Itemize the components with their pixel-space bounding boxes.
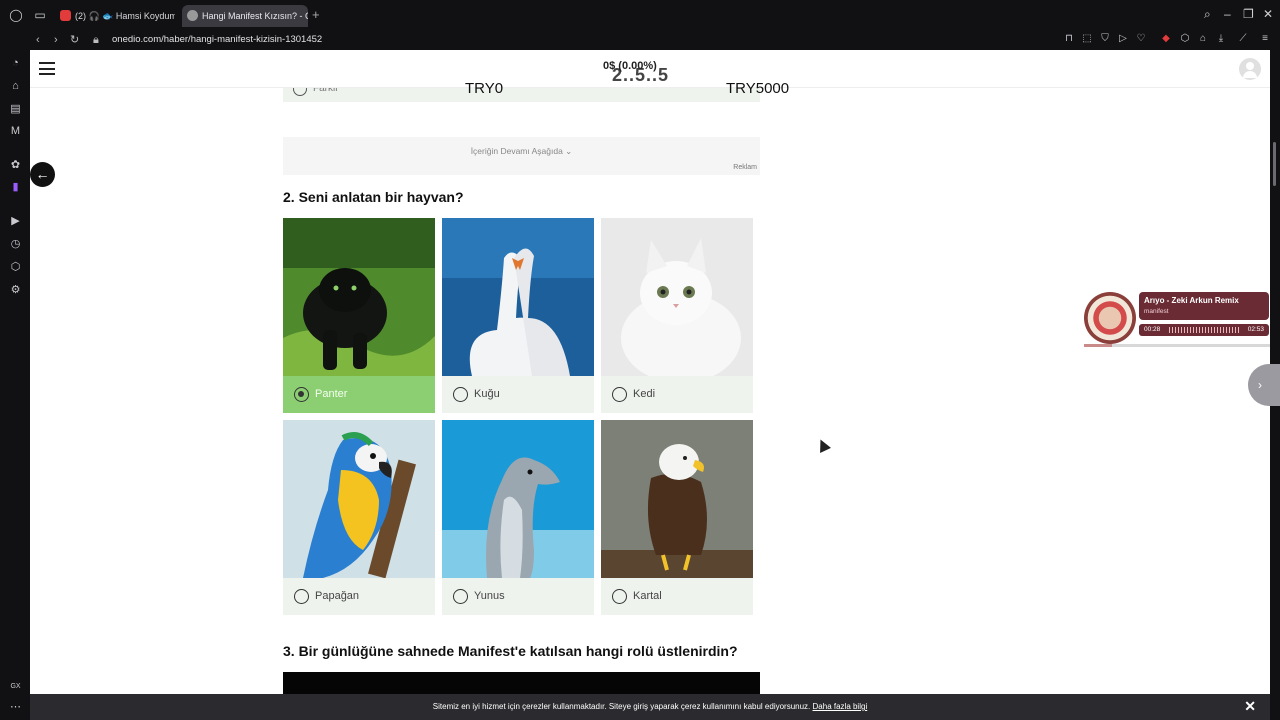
history-icon[interactable]: ◷ (9, 238, 22, 251)
settings-icon[interactable]: ⚙ (9, 284, 22, 297)
parrot-image (283, 420, 435, 578)
ad-continue-text[interactable]: İçeriğin Devamı Aşağıda ⌄ (283, 146, 760, 157)
duration-time: 02:53 (1247, 326, 1264, 333)
tab-title: Hangi Manifest Kızısın? - C (202, 11, 308, 21)
sidebar: ◔ ⌂ ▤ M ✿ ▮ ▶ ◷ ⬡ ⚙ GX ⋯ (0, 50, 30, 720)
hamburger-menu-icon[interactable] (39, 62, 55, 75)
address-bar: ‹ › ↻ 🔒︎ onedio.com/haber/hangi-manifest… (0, 30, 1280, 50)
more-icon[interactable]: ⋯ (9, 701, 22, 714)
radio-button[interactable] (294, 589, 309, 604)
play-icon[interactable]: ▷ (1117, 33, 1129, 45)
option-card-papagan[interactable]: Papağan (283, 420, 435, 615)
radio-button[interactable] (453, 589, 468, 604)
youtube-favicon-icon (60, 10, 71, 21)
browser-window: ◯ ▭ (2) 🎧 🐟 Hamsi Koydum T Hangi Manifes… (0, 0, 1280, 720)
ad-slot: İçeriğin Devamı Aşağıda ⌄ Reklam (283, 137, 760, 175)
cookie-close-button[interactable]: ✕ (1244, 699, 1256, 713)
tab-title: (2) 🎧 🐟 Hamsi Koydum T (75, 11, 175, 21)
panther-image (283, 218, 435, 376)
option-label: Kuğu (474, 388, 500, 400)
tab-strip: ◯ ▭ (2) 🎧 🐟 Hamsi Koydum T Hangi Manifes… (0, 0, 1280, 30)
waveform (1169, 327, 1241, 333)
extension-red-icon[interactable]: ◆ (1160, 33, 1172, 45)
cookie-more-info-link[interactable]: Daha fazla bilgi (813, 702, 868, 711)
onedio-favicon-icon (187, 10, 198, 21)
tab-hangi-manifest[interactable]: Hangi Manifest Kızısın? - C (182, 5, 308, 27)
slider-max-label: TRY5000 (726, 80, 790, 97)
forward-icon[interactable]: › (54, 33, 58, 47)
dolphin-image (442, 420, 594, 578)
download-icon[interactable]: ⤓ (1215, 33, 1227, 45)
option-card-panter[interactable]: Panter (283, 218, 435, 413)
music-player-widget[interactable]: Arıyo - Zeki Arkun Remix manifest 00:28 … (1084, 292, 1270, 348)
twitch-icon[interactable]: ▮ (9, 181, 22, 194)
radio-button[interactable] (294, 387, 309, 402)
extensions-sidebar-icon[interactable]: ⬡ (9, 261, 22, 274)
menu-icon[interactable]: ≡ (1259, 33, 1271, 45)
track-timeline[interactable]: 00:28 02:53 (1139, 324, 1269, 336)
album-art (1084, 292, 1136, 344)
snapshot-icon[interactable]: ⬚ (1081, 33, 1093, 45)
option-label: Kedi (633, 388, 656, 400)
back-arrow-button[interactable]: ← (30, 162, 55, 187)
speed-dial-icon[interactable]: ◔ (9, 57, 22, 70)
site-header: 2..5..5 0$ (0.00%) (30, 50, 1270, 88)
bookmark-icon[interactable]: ⊓ (1063, 33, 1075, 45)
minimize-icon[interactable]: – (1224, 7, 1231, 21)
gx-icon[interactable]: GX (9, 680, 22, 693)
scrollbar-thumb[interactable] (1273, 142, 1276, 186)
progress-label: 0$ (0.00%) (603, 60, 657, 72)
aria-icon[interactable]: ⌂ (9, 80, 22, 93)
cat-image (601, 218, 753, 376)
option-label: Yunus (474, 590, 505, 602)
restore-icon[interactable]: ❐ (1243, 7, 1254, 21)
option-card-kartal[interactable]: Kartal (601, 420, 753, 615)
news-icon[interactable]: ▤ (9, 103, 22, 116)
option-card-kedi[interactable]: Kedi (601, 218, 753, 413)
question-3-title: 3. Bir günlüğüne sahnede Manifest'e katı… (283, 643, 738, 659)
cookie-text: Sitemiz en iyi hizmet için çerezler kull… (432, 702, 811, 711)
option-label: Kartal (633, 590, 662, 602)
swan-image (442, 218, 594, 376)
playback-progress-bar[interactable] (1084, 344, 1270, 347)
track-info: Arıyo - Zeki Arkun Remix manifest (1139, 292, 1269, 320)
reload-icon[interactable]: ↻ (70, 33, 79, 47)
player-icon[interactable]: ▶ (9, 215, 22, 228)
cookie-message: Sitemiz en iyi hizmet için çerezler kull… (30, 702, 1270, 711)
slider-min-label: TRY0 (465, 80, 504, 97)
radio-button[interactable] (612, 589, 627, 604)
option-card-kugu[interactable]: Kuğu (442, 218, 594, 413)
heart-icon[interactable]: ♡ (1135, 33, 1147, 45)
radio-button[interactable] (453, 387, 468, 402)
opera-logo-icon[interactable]: ◯ (9, 8, 23, 22)
search-tabs-icon[interactable]: ⌕ (1204, 7, 1211, 21)
chatgpt-icon[interactable]: ✿ (9, 159, 22, 172)
option-card-yunus[interactable]: Yunus (442, 420, 594, 615)
radio-button[interactable] (612, 387, 627, 402)
extensions-icon[interactable]: ⬡ (1179, 33, 1191, 45)
lock-icon: 🔒︎ (93, 34, 99, 46)
user-avatar-icon[interactable] (1239, 58, 1261, 80)
back-icon[interactable]: ‹ (36, 33, 40, 47)
close-window-icon[interactable]: ✕ (1263, 7, 1273, 21)
shield-icon[interactable]: ⛉ (1099, 33, 1111, 45)
eagle-image (601, 420, 753, 578)
new-tab-button[interactable]: + (312, 8, 320, 22)
option-label: Panter (315, 388, 348, 400)
tab-menu-icon[interactable]: ▭ (33, 8, 47, 22)
cookie-notice: Sitemiz en iyi hizmet için çerezler kull… (30, 694, 1270, 720)
question-2-title: 2. Seni anlatan bir hayvan? (283, 189, 464, 205)
page-viewport: Farkli 2..5..5 0$ (0.00%) TRY0 TRY5000 İ… (30, 50, 1270, 720)
option-label: Papağan (315, 590, 360, 602)
tab-hamsi-koydum[interactable]: (2) 🎧 🐟 Hamsi Koydum T (55, 5, 175, 27)
elapsed-time: 00:28 (1144, 326, 1161, 333)
messenger-icon[interactable]: M (9, 125, 22, 138)
track-title: Arıyo - Zeki Arkun Remix (1144, 296, 1239, 305)
ai-icon[interactable]: ⟋ (1234, 33, 1252, 45)
url-field[interactable]: onedio.com/haber/hangi-manifest-kizisin-… (112, 33, 322, 47)
wallet-icon[interactable]: ⌂ (1197, 33, 1209, 45)
ad-label: Reklam (733, 164, 757, 171)
track-artist: manifest (1144, 308, 1169, 315)
